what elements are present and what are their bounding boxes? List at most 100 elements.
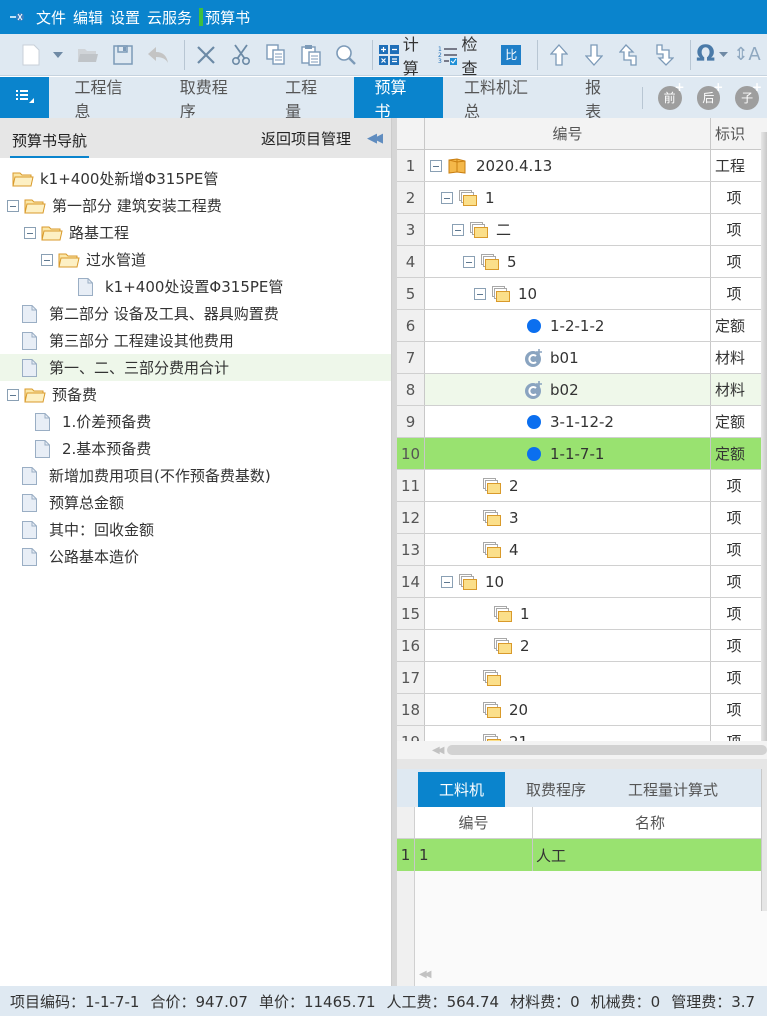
special-symbol-button[interactable]: Ω xyxy=(696,39,728,71)
back-to-project-management-link[interactable]: 返回项目管理 xyxy=(261,128,351,149)
table-row[interactable]: 1 2020.4.13 工程 xyxy=(397,150,767,182)
detail-table-row[interactable]: 1 1 人工 xyxy=(397,839,767,871)
column-header-code[interactable]: 编号 xyxy=(425,118,711,149)
code-cell[interactable] xyxy=(425,662,711,693)
collapse-toggle-icon[interactable] xyxy=(7,199,19,212)
code-cell[interactable]: 3 xyxy=(425,502,711,533)
font-size-button[interactable]: ⇕A xyxy=(732,39,762,71)
tag-cell[interactable]: 材料 xyxy=(711,342,767,373)
code-cell[interactable]: b02 xyxy=(425,374,711,405)
tag-cell[interactable]: 项 xyxy=(711,662,767,693)
nav-tree-item[interactable]: 过水管道 xyxy=(0,246,391,273)
code-cell[interactable]: 二 xyxy=(425,214,711,245)
nav-tree-item[interactable]: 公路基本造价 xyxy=(0,543,391,570)
calculate-button[interactable]: 计算 xyxy=(378,35,427,78)
row-number[interactable]: 12 xyxy=(397,502,425,533)
detail-tab-fee-procedure[interactable]: 取费程序 xyxy=(505,772,607,807)
code-cell[interactable]: 3-1-12-2 xyxy=(425,406,711,437)
code-cell[interactable]: 10 xyxy=(425,566,711,597)
menu-cloud-service[interactable]: 云服务 xyxy=(147,7,192,28)
detail-column-name[interactable]: 名称 xyxy=(533,807,767,838)
insert-after-button[interactable]: 后 xyxy=(696,80,723,110)
scroll-left-icon[interactable]: ◀◀ xyxy=(397,745,447,756)
tag-cell[interactable]: 定额 xyxy=(711,438,767,469)
collapse-toggle-icon[interactable] xyxy=(463,255,475,268)
nav-tree-item[interactable]: 第三部分 工程建设其他费用 xyxy=(0,327,391,354)
collapse-panel-icon[interactable]: ◀◀ xyxy=(367,131,383,146)
code-cell[interactable]: 4 xyxy=(425,534,711,565)
table-row[interactable]: 5 10 项 xyxy=(397,278,767,310)
compare-button[interactable]: 比 xyxy=(496,39,526,71)
code-cell[interactable]: 20 xyxy=(425,694,711,725)
nav-tree-item[interactable]: 第一部分 建筑安装工程费 xyxy=(0,192,391,219)
row-number[interactable]: 17 xyxy=(397,662,425,693)
tag-cell[interactable]: 定额 xyxy=(711,310,767,341)
row-number[interactable]: 2 xyxy=(397,182,425,213)
table-row[interactable]: 14 10 项 xyxy=(397,566,767,598)
move-up-button[interactable] xyxy=(544,39,574,71)
tag-cell[interactable]: 项 xyxy=(711,182,767,213)
delete-button[interactable] xyxy=(191,39,221,71)
tag-cell[interactable]: 项 xyxy=(711,278,767,309)
row-number[interactable]: 5 xyxy=(397,278,425,309)
code-cell[interactable]: 2020.4.13 xyxy=(425,150,711,181)
collapse-toggle-icon[interactable] xyxy=(441,191,453,204)
code-cell[interactable]: 1-1-7-1 xyxy=(425,438,711,469)
collapse-toggle-icon[interactable] xyxy=(41,253,53,266)
row-number[interactable]: 3 xyxy=(397,214,425,245)
table-row[interactable]: 2 1 项 xyxy=(397,182,767,214)
row-number[interactable]: 7 xyxy=(397,342,425,373)
row-number[interactable]: 18 xyxy=(397,694,425,725)
detail-code-cell[interactable]: 1 xyxy=(415,839,533,871)
nav-tree-item[interactable]: 2.基本预备费 xyxy=(0,435,391,462)
collapse-toggle-icon[interactable] xyxy=(24,226,36,239)
nav-tree-item[interactable]: k1+400处新增Φ315PE管 xyxy=(0,165,391,192)
upgrade-button[interactable] xyxy=(614,39,644,71)
code-cell[interactable]: b01 xyxy=(425,342,711,373)
table-row[interactable]: 15 1 项 xyxy=(397,598,767,630)
row-number[interactable]: 13 xyxy=(397,534,425,565)
nav-tree-item[interactable]: 其中：回收金额 xyxy=(0,516,391,543)
table-row[interactable]: 16 2 项 xyxy=(397,630,767,662)
tag-cell[interactable]: 项 xyxy=(711,694,767,725)
find-button[interactable] xyxy=(331,39,361,71)
insert-before-button[interactable]: 前 xyxy=(657,80,684,110)
downgrade-button[interactable] xyxy=(649,39,679,71)
new-file-dropdown[interactable] xyxy=(51,39,65,71)
move-down-button[interactable] xyxy=(579,39,609,71)
grid-horizontal-scrollbar[interactable]: ◀◀ xyxy=(397,741,767,759)
table-row[interactable]: 18 20 项 xyxy=(397,694,767,726)
cut-button[interactable] xyxy=(226,39,256,71)
table-row[interactable]: 8 b02 材料 xyxy=(397,374,767,406)
tag-cell[interactable]: 项 xyxy=(711,502,767,533)
tag-cell[interactable]: 项 xyxy=(711,598,767,629)
tab-fee-procedure[interactable]: 取费程序 xyxy=(159,77,264,121)
row-number[interactable]: 11 xyxy=(397,470,425,501)
code-cell[interactable]: 1 xyxy=(425,598,711,629)
tab-reports[interactable]: 报表 xyxy=(564,77,638,121)
nav-tree-item[interactable]: 路基工程 xyxy=(0,219,391,246)
nav-tree-item[interactable]: 预备费 xyxy=(0,381,391,408)
table-row[interactable]: 9 3-1-12-2 定额 xyxy=(397,406,767,438)
save-button[interactable] xyxy=(108,39,138,71)
table-row[interactable]: 10 1-1-7-1 定额 xyxy=(397,438,767,470)
table-row[interactable]: 6 1-2-1-2 定额 xyxy=(397,310,767,342)
nav-title[interactable]: 预算书导航 xyxy=(10,122,90,158)
row-number[interactable]: 16 xyxy=(397,630,425,661)
row-number[interactable]: 8 xyxy=(397,374,425,405)
tag-cell[interactable]: 项 xyxy=(711,630,767,661)
nav-tree-item[interactable]: 第一、二、三部分费用合计 xyxy=(0,354,391,381)
detail-name-cell[interactable]: 人工 xyxy=(533,839,767,871)
nav-tree-item[interactable]: 预算总金额 xyxy=(0,489,391,516)
nav-tree-item[interactable]: k1+400处设置Φ315PE管 xyxy=(0,273,391,300)
undo-button[interactable] xyxy=(143,39,173,71)
check-button[interactable]: 123 检查 xyxy=(438,35,486,78)
detail-tab-materials[interactable]: 工料机 xyxy=(418,772,506,807)
code-cell[interactable]: 10 xyxy=(425,278,711,309)
detail-column-code[interactable]: 编号 xyxy=(415,807,533,838)
code-cell[interactable]: 2 xyxy=(425,630,711,661)
row-number[interactable]: 4 xyxy=(397,246,425,277)
detail-scroll-left-icon[interactable]: ◀◀ xyxy=(419,969,432,980)
open-button[interactable] xyxy=(73,39,103,71)
row-number[interactable]: 1 xyxy=(397,150,425,181)
